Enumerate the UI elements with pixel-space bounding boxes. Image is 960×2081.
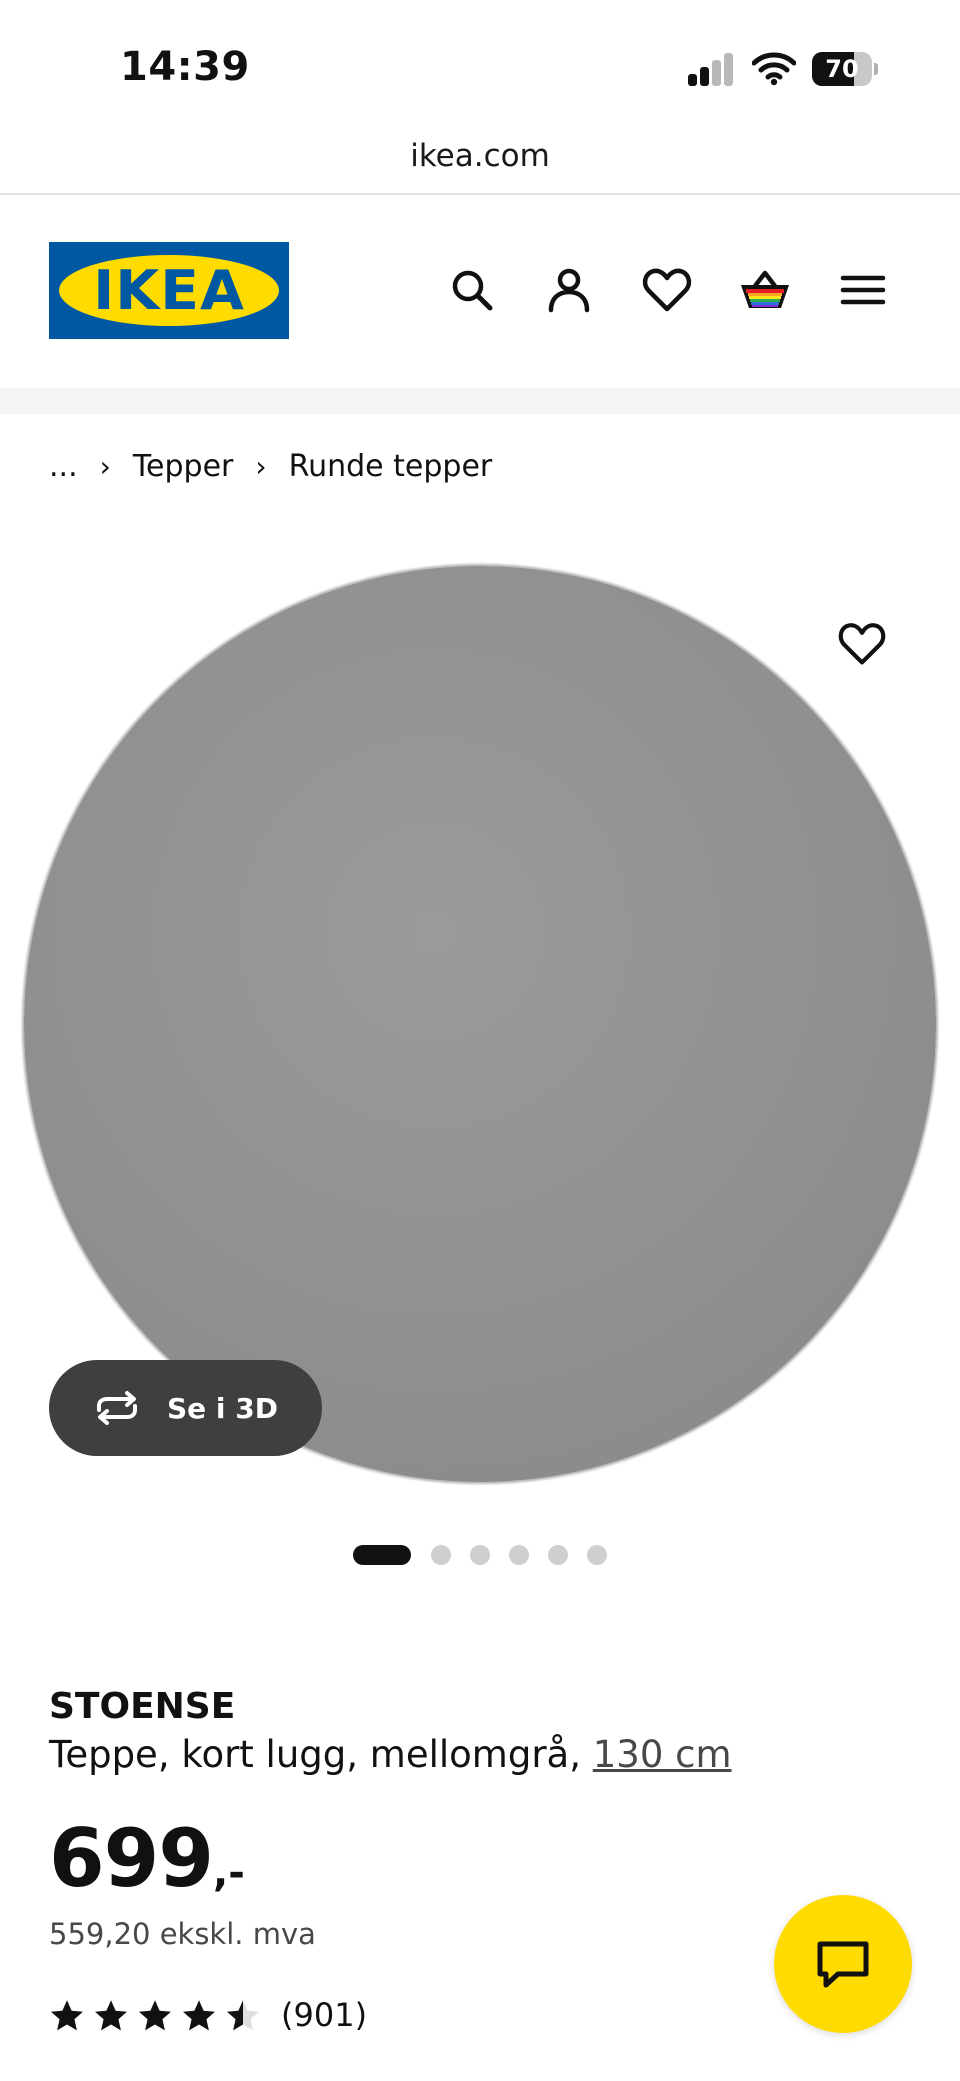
logo-text: IKEA	[93, 259, 245, 322]
view-in-3d-label: Se i 3D	[167, 1391, 278, 1425]
carousel-dot[interactable]	[470, 1545, 490, 1565]
carousel-dot[interactable]	[431, 1545, 451, 1565]
product-name: STOENSE	[49, 1686, 236, 1727]
product-description-text: Teppe, kort lugg, mellomgrå,	[49, 1733, 581, 1776]
price-suffix: ,-	[213, 1850, 245, 1896]
cart-icon[interactable]	[737, 262, 793, 318]
carousel-pagination	[353, 1544, 626, 1566]
status-time: 14:39	[120, 44, 250, 90]
breadcrumb-item-runde-tepper[interactable]: Runde tepper	[289, 449, 493, 484]
address-bar-url[interactable]: ikea.com	[0, 138, 960, 174]
rating-stars[interactable]	[49, 1996, 269, 2036]
product-image[interactable]	[24, 566, 936, 1482]
star-half-icon	[227, 2000, 259, 2031]
star-full-icon	[51, 2000, 83, 2031]
breadcrumb-ellipsis[interactable]: ...	[49, 449, 78, 484]
breadcrumb-item-tepper[interactable]: Tepper	[133, 449, 234, 484]
star-full-icon	[139, 2000, 171, 2031]
menu-icon[interactable]	[835, 262, 891, 318]
price-excl-vat: 559,20 ekskl. mva	[49, 1917, 316, 1951]
ikea-logo[interactable]: IKEA	[49, 242, 289, 339]
review-count[interactable]: (901)	[281, 1996, 367, 2034]
view-in-3d-button[interactable]: Se i 3D	[49, 1360, 322, 1456]
price-amount: 699	[49, 1812, 214, 1905]
add-to-favorites-icon[interactable]	[836, 618, 888, 668]
breadcrumb: ... › Tepper › Runde tepper	[49, 444, 492, 488]
wifi-icon	[752, 52, 796, 86]
product-price: 699 ,-	[49, 1812, 245, 1905]
rotate-3d-icon	[97, 1391, 137, 1425]
battery-level: 70	[825, 55, 859, 83]
search-icon[interactable]	[444, 262, 500, 318]
carousel-dot[interactable]	[548, 1545, 568, 1565]
carousel-dot-active[interactable]	[353, 1545, 411, 1565]
account-icon[interactable]	[541, 262, 597, 318]
header-divider-band	[0, 388, 960, 414]
battery-icon: 70	[812, 52, 878, 86]
star-full-icon	[183, 2000, 215, 2031]
size-link[interactable]: 130 cm	[593, 1733, 732, 1776]
cellular-signal-icon	[688, 52, 734, 86]
favorites-icon[interactable]	[639, 262, 695, 318]
address-bar-divider	[0, 193, 960, 195]
product-description: Teppe, kort lugg, mellomgrå, 130 cm	[49, 1733, 732, 1776]
chat-button[interactable]	[774, 1895, 912, 2033]
carousel-dot[interactable]	[509, 1545, 529, 1565]
chat-bubble-icon	[817, 1941, 869, 1988]
star-full-icon	[95, 2000, 127, 2031]
chevron-right-icon: ›	[255, 449, 267, 483]
chevron-right-icon: ›	[99, 449, 111, 483]
carousel-dot[interactable]	[587, 1545, 607, 1565]
